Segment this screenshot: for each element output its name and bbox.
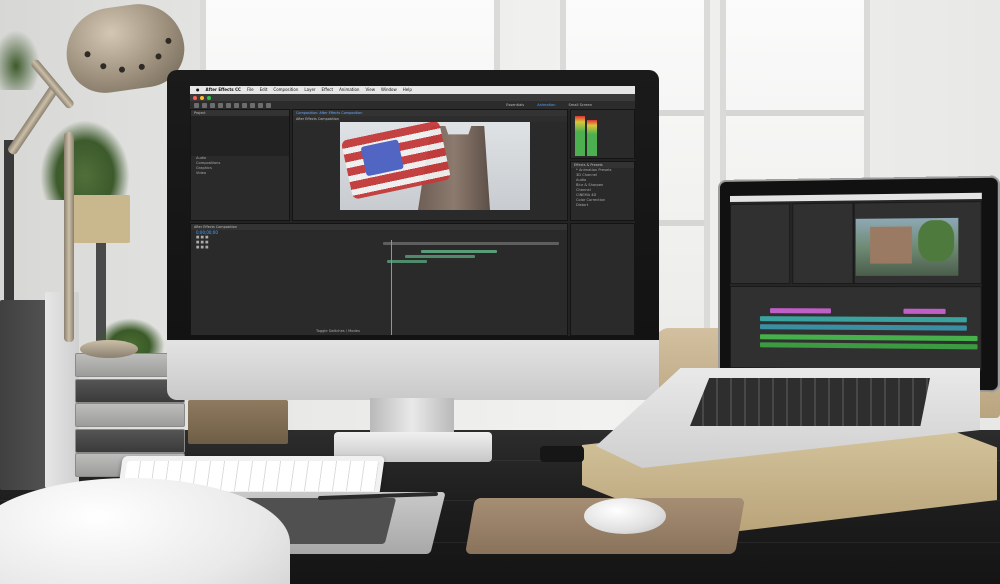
- lamp-base: [80, 340, 138, 358]
- mask-tool-icon[interactable]: [242, 103, 247, 108]
- wooden-block: [188, 400, 288, 444]
- zoom-button[interactable]: [207, 96, 211, 100]
- pan-tool-icon[interactable]: [234, 103, 239, 108]
- audio-panel: [570, 109, 635, 159]
- menu-layer[interactable]: Layer: [304, 86, 315, 94]
- plant-icon: [40, 120, 130, 200]
- pen-tool-icon[interactable]: [250, 103, 255, 108]
- mac-menubar: ● After Effects CC File Edit Composition…: [190, 86, 635, 94]
- composition-viewer: [340, 122, 530, 210]
- rotate-tool-icon[interactable]: [218, 103, 223, 108]
- camera-tool-icon[interactable]: [226, 103, 231, 108]
- laptop-keyboard: [690, 378, 930, 426]
- brush-tool-icon[interactable]: [266, 103, 271, 108]
- layer-row[interactable]: ■ ■ ■: [191, 245, 567, 250]
- laptop-video-frame: [856, 218, 959, 276]
- video-clip[interactable]: [770, 308, 831, 313]
- hand-tool-icon[interactable]: [202, 103, 207, 108]
- laptop-screen: [730, 193, 982, 372]
- menu-help[interactable]: Help: [403, 86, 412, 94]
- workspace-tab-animation[interactable]: Animation: [537, 103, 555, 107]
- toggle-switches-modes[interactable]: Toggle Switches / Modes: [311, 329, 360, 334]
- cable: [540, 446, 584, 462]
- folder-video[interactable]: Video: [191, 171, 289, 176]
- layer-bar[interactable]: [421, 250, 497, 253]
- selection-tool-icon[interactable]: [194, 103, 199, 108]
- app-menu[interactable]: After Effects CC: [206, 86, 241, 94]
- layer-bar[interactable]: [387, 260, 427, 263]
- imac-screen: ● After Effects CC File Edit Composition…: [190, 86, 635, 336]
- planter-box: [70, 195, 130, 243]
- project-panel: Project Audio Compositions Graphics Vide…: [190, 109, 290, 221]
- video-clip[interactable]: [903, 309, 945, 314]
- effects-presets-panel: Effects & Presets * Animation Presets 3D…: [570, 161, 635, 221]
- menu-effect[interactable]: Effect: [322, 86, 334, 94]
- laptop-source-panel: [792, 203, 853, 284]
- imac-chin: [167, 340, 659, 400]
- time-ruler[interactable]: [383, 242, 559, 245]
- composition-frame: [340, 122, 530, 210]
- workspace-tab-small-screen[interactable]: Small Screen: [569, 103, 592, 107]
- tools-toolbar: Essentials Animation Small Screen: [190, 101, 635, 109]
- apple-icon[interactable]: ●: [196, 86, 200, 94]
- effect-category[interactable]: Distort: [571, 203, 634, 208]
- workspace-photo: ● After Effects CC File Edit Composition…: [0, 0, 1000, 584]
- menu-composition[interactable]: Composition: [273, 86, 298, 94]
- timeline-panel: After Effects Composition 0;00;00;00 ■ ■…: [190, 223, 568, 336]
- menu-edit[interactable]: Edit: [260, 86, 268, 94]
- mouse-icon: [584, 498, 666, 534]
- lamp-arm: [64, 132, 74, 342]
- workspace-tab-essentials[interactable]: Essentials: [506, 103, 524, 107]
- menu-window[interactable]: Window: [381, 86, 397, 94]
- menu-view[interactable]: View: [365, 86, 375, 94]
- align-panel: [570, 223, 635, 336]
- minimize-button[interactable]: [200, 96, 204, 100]
- type-tool-icon[interactable]: [258, 103, 263, 108]
- audio-meter-left: [575, 116, 585, 156]
- app-titlebar: [190, 94, 635, 101]
- close-button[interactable]: [193, 96, 197, 100]
- audio-meter-right: [587, 120, 597, 156]
- playhead[interactable]: [391, 240, 392, 335]
- layer-bar[interactable]: [405, 255, 475, 258]
- zoom-tool-icon[interactable]: [210, 103, 215, 108]
- menu-file[interactable]: File: [247, 86, 254, 94]
- menu-animation[interactable]: Animation: [339, 86, 359, 94]
- laptop-project-panel: [730, 203, 790, 284]
